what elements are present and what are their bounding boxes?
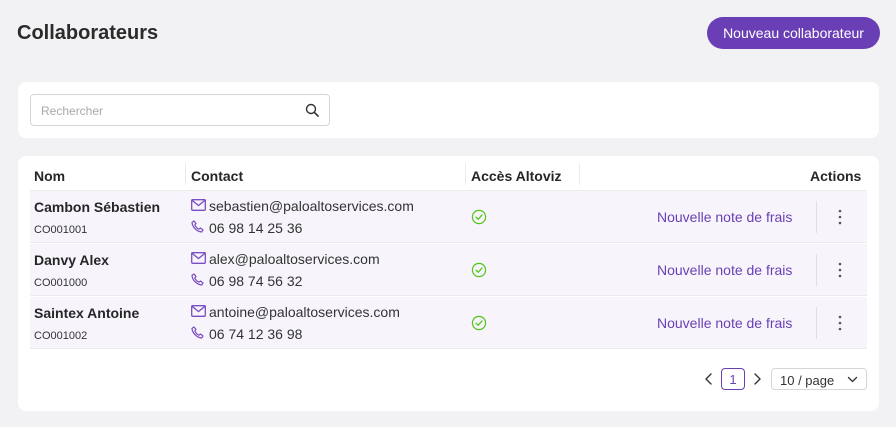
collaborator-code: CO001002	[34, 330, 88, 342]
collaborator-email[interactable]: alex@paloaltoservices.com	[209, 251, 380, 267]
check-circle-icon	[471, 209, 487, 225]
collaborator-email[interactable]: sebastien@paloaltoservices.com	[209, 198, 414, 214]
search-icon[interactable]	[305, 103, 319, 117]
collaborator-phone[interactable]: 06 98 14 25 36	[209, 220, 302, 236]
phone-icon	[191, 326, 204, 339]
mail-icon	[191, 252, 206, 264]
collaborator-name: Danvy Alex	[34, 252, 109, 268]
check-circle-icon	[471, 262, 487, 278]
collaborator-email[interactable]: antoine@paloaltoservices.com	[209, 304, 400, 320]
page-title: Collaborateurs	[17, 22, 159, 44]
phone-icon	[191, 220, 204, 233]
action-divider	[816, 201, 817, 233]
column-divider	[465, 163, 466, 185]
column-divider	[579, 163, 580, 185]
column-header-name[interactable]: Nom	[34, 168, 65, 184]
table-row[interactable]: Saintex Antoine CO001002 antoine@paloalt…	[30, 297, 867, 349]
column-divider	[185, 163, 186, 185]
new-expense-note-link[interactable]: Nouvelle note de frais	[657, 262, 792, 278]
page-size-select[interactable]: 10 / page	[771, 368, 867, 390]
page-size-label: 10 / page	[780, 373, 835, 388]
new-expense-note-link[interactable]: Nouvelle note de frais	[657, 209, 792, 225]
search-card	[18, 82, 879, 138]
new-collaborator-button[interactable]: Nouveau collaborateur	[707, 17, 880, 49]
more-vertical-icon[interactable]	[833, 260, 847, 280]
mail-icon	[191, 199, 206, 211]
phone-icon	[191, 273, 204, 286]
chevron-left-icon[interactable]	[702, 372, 716, 386]
chevron-down-icon	[847, 376, 858, 383]
chevron-right-icon[interactable]	[750, 372, 764, 386]
action-divider	[816, 254, 817, 286]
pagination-page-current[interactable]: 1	[721, 368, 745, 390]
more-vertical-icon[interactable]	[833, 207, 847, 227]
collaborator-phone[interactable]: 06 98 74 56 32	[209, 273, 302, 289]
search-box[interactable]	[30, 94, 330, 126]
check-circle-icon	[471, 315, 487, 331]
column-header-actions: Actions	[810, 168, 862, 184]
column-header-contact[interactable]: Contact	[191, 168, 243, 184]
search-input[interactable]	[41, 102, 291, 120]
mail-icon	[191, 305, 206, 317]
collaborator-name: Saintex Antoine	[34, 305, 140, 321]
table-row[interactable]: Danvy Alex CO001000 alex@paloaltoservice…	[30, 244, 867, 296]
column-header-access[interactable]: Accès Altoviz	[471, 168, 562, 184]
collaborators-table: Nom Contact Accès Altoviz Actions Cambon…	[18, 156, 879, 411]
collaborator-phone[interactable]: 06 74 12 36 98	[209, 326, 302, 342]
collaborator-code: CO001000	[34, 277, 88, 289]
table-row[interactable]: Cambon Sébastien CO001001 sebastien@palo…	[30, 191, 867, 243]
action-divider	[816, 307, 817, 339]
more-vertical-icon[interactable]	[833, 313, 847, 333]
collaborator-code: CO001001	[34, 224, 88, 236]
collaborator-name: Cambon Sébastien	[34, 199, 161, 215]
new-expense-note-link[interactable]: Nouvelle note de frais	[657, 315, 792, 331]
